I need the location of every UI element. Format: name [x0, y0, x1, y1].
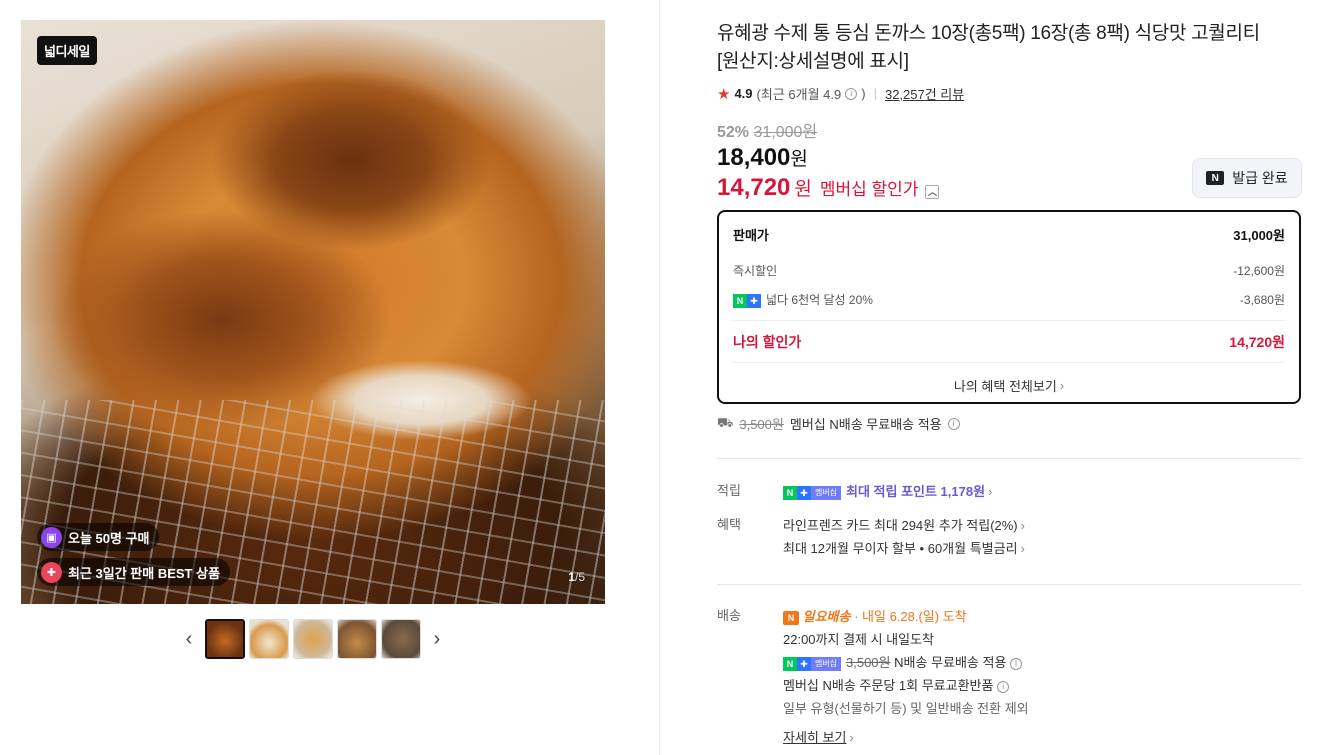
rating-row: ★ 4.9 (최근 6개월 4.9 i) | 32,257건 리뷰: [717, 84, 964, 103]
chevron-left-icon[interactable]: ‹: [177, 619, 201, 659]
delivery-free-line: N ✚ 멤버십 3,500원 N배송 무료배송 적용 i: [783, 655, 1023, 671]
points-label: 적립: [717, 483, 741, 498]
benefits-lines: 라인프렌즈 카드 최대 294원 추가 적립(2%) › 최대 12개월 무이자 …: [783, 514, 1025, 560]
delivery-label: 배송: [717, 608, 741, 623]
sunday-delivery-badge: 일요배송: [802, 609, 851, 624]
counter-total: /5: [574, 570, 585, 584]
delivery-more-link[interactable]: 자세히 보기 ›: [783, 726, 854, 749]
member-price-unit: 원: [794, 179, 812, 200]
npay-label: 넓다 6천억 달성 20%: [766, 293, 873, 307]
member-price-row: 14,720 원 멤버십 할인가 ︿: [717, 174, 940, 202]
chevron-right-icon: ›: [1020, 541, 1025, 556]
coupon-button[interactable]: N 발급 완료: [1192, 158, 1302, 198]
delivery-date: · 내일 6.28.(일) 도착: [854, 609, 967, 624]
bag-icon: ▣: [41, 526, 62, 548]
n-delivery-icon: N: [783, 610, 799, 625]
sale-price-unit: 원: [790, 149, 808, 170]
best-seller-pill: ✚ 최근 3일간 판매 BEST 상품: [37, 558, 231, 586]
discount-rate: 52%: [717, 124, 750, 141]
benefit-card-text: 라인프렌즈 카드 최대 294원 추가 적립(2%): [783, 518, 1018, 533]
sale-logo-badge: 넓디세일: [37, 36, 97, 65]
sunday-delivery: N 일요배송 · 내일 6.28.(일) 도착: [783, 609, 967, 625]
divider: [717, 584, 1301, 585]
thumbnail-2[interactable]: [249, 619, 289, 659]
divider: |: [873, 86, 877, 101]
points-link[interactable]: N ✚ 멤버십 최대 적립 포인트 1,178원 ›: [783, 480, 992, 503]
breakdown-instant-row: 즉시할인 -12,600원: [733, 256, 1285, 285]
sale-label: 판매가: [733, 227, 769, 243]
info-icon[interactable]: i: [1010, 657, 1023, 670]
coupon-label: 발급 완료: [1232, 170, 1288, 186]
benefit-installment-text: 최대 12개월 무이자 할부 • 60개월 특별금리: [783, 541, 1018, 556]
delivery-exclusion-text: 일부 유형(선물하기 등) 및 일반배송 전환 제외: [783, 701, 1029, 716]
shipping-summary: ⛟ 3,500원 멤버십 N배송 무료배송 적용 i: [717, 414, 960, 433]
thumbnail-5[interactable]: [381, 619, 421, 659]
my-price-value: 14,720원: [1229, 333, 1285, 350]
chevron-right-icon: ›: [1020, 518, 1025, 533]
chevron-right-icon: ›: [988, 484, 993, 499]
member-price-value: 14,720: [717, 174, 791, 201]
instant-label: 즉시할인: [733, 264, 778, 278]
chevron-up-icon[interactable]: ︿: [925, 185, 940, 199]
thumbnail-4[interactable]: [337, 619, 377, 659]
points-text: 최대 적립 포인트 1,178원: [846, 484, 986, 499]
chevron-right-icon: ›: [849, 730, 854, 745]
gift-icon: ✚: [41, 561, 62, 583]
breakdown-my-row: 나의 할인가 14,720원: [733, 320, 1285, 362]
gallery-panel: 넓디세일 ▣ 오늘 50명 구매 ✚ 최근 3일간 판매 BEST 상품 1/5…: [0, 0, 660, 755]
delivery-more-label: 자세히 보기: [783, 730, 847, 745]
product-main-image[interactable]: 넓디세일 ▣ 오늘 50명 구매 ✚ 최근 3일간 판매 BEST 상품 1/5: [21, 20, 605, 604]
npay-membership-icon: N ✚ 멤버십: [783, 656, 841, 671]
all-benefits-label: 나의 혜택 전체보기: [953, 379, 1057, 394]
review-count-link[interactable]: 32,257건 리뷰: [885, 84, 964, 103]
sale-price-value: 18,400: [717, 144, 791, 171]
image-counter: 1/5: [568, 570, 585, 584]
npay-plus-icon: N ✚: [733, 293, 761, 308]
delivery-struck-fee: 3,500원: [846, 655, 891, 670]
benefit-card-link[interactable]: 라인프렌즈 카드 최대 294원 추가 적립(2%) ›: [783, 518, 1025, 533]
shipping-struck-fee: 3,500원: [739, 417, 784, 432]
member-price-label: 멤버십 할인가: [819, 180, 919, 199]
buy-count-pill: ▣ 오늘 50명 구매: [37, 523, 160, 551]
rating-value: 4.9: [734, 86, 753, 101]
best-seller-label: 최근 3일간 판매 BEST 상품: [68, 565, 221, 581]
all-benefits-link[interactable]: 나의 혜택 전체보기 ›: [733, 362, 1285, 408]
shipping-text: 멤버십 N배송 무료배송 적용: [789, 417, 942, 432]
info-icon[interactable]: i: [947, 417, 960, 430]
thumbnail-strip: ‹ ›: [177, 619, 449, 659]
original-price-row: 52% 31,000원: [717, 118, 817, 142]
rating-recent-close: ): [861, 86, 866, 101]
chevron-right-icon[interactable]: ›: [425, 619, 449, 659]
breakdown-npay-row: N ✚ 넓다 6천억 달성 20% -3,680원: [733, 285, 1285, 314]
naver-n-icon: N: [1206, 171, 1225, 185]
truck-icon: ⛟: [717, 414, 734, 430]
info-icon[interactable]: i: [997, 680, 1010, 693]
rating-recent: (최근 6개월 4.9: [756, 87, 842, 102]
delivery-free-text: N배송 무료배송 적용: [894, 655, 1007, 670]
info-icon[interactable]: i: [845, 87, 858, 100]
chevron-right-icon: ›: [1059, 378, 1065, 393]
star-icon: ★: [717, 85, 731, 103]
my-price-label: 나의 할인가: [733, 333, 802, 350]
benefits-label: 혜택: [717, 517, 741, 532]
delivery-return-text: 멤버십 N배송 주문당 1회 무료교환반품: [783, 678, 994, 693]
breakdown-sale-row: 판매가 31,000원: [733, 212, 1285, 256]
npay-value: -3,680원: [1239, 293, 1285, 307]
product-title: 유혜광 수제 통 등심 돈까스 10장(총5팩) 16장(총 8팩) 식당맛 고…: [717, 23, 1260, 72]
instant-value: -12,600원: [1233, 264, 1285, 278]
npay-membership-icon: N ✚ 멤버십: [783, 485, 841, 500]
original-price: 31,000원: [753, 124, 818, 141]
thumbnail-3[interactable]: [293, 619, 333, 659]
divider: [717, 458, 1301, 459]
counter-current: 1: [568, 570, 575, 584]
benefit-installment-link[interactable]: 최대 12개월 무이자 할부 • 60개월 특별금리 ›: [783, 541, 1025, 556]
delivery-cutoff: 22:00까지 결제 시 내일도착: [783, 632, 935, 647]
buy-count-label: 오늘 50명 구매: [68, 530, 150, 546]
thumbnail-1[interactable]: [205, 619, 245, 659]
sale-price: 18,400원: [717, 144, 808, 172]
price-breakdown-box: 판매가 31,000원 즉시할인 -12,600원 N ✚ 넓다 6천억 달성 20% -…: [717, 210, 1301, 404]
sale-value: 31,000원: [1233, 227, 1285, 243]
delivery-lines: N 일요배송 · 내일 6.28.(일) 도착 22:00까지 결제 시 내일도…: [783, 605, 1029, 749]
